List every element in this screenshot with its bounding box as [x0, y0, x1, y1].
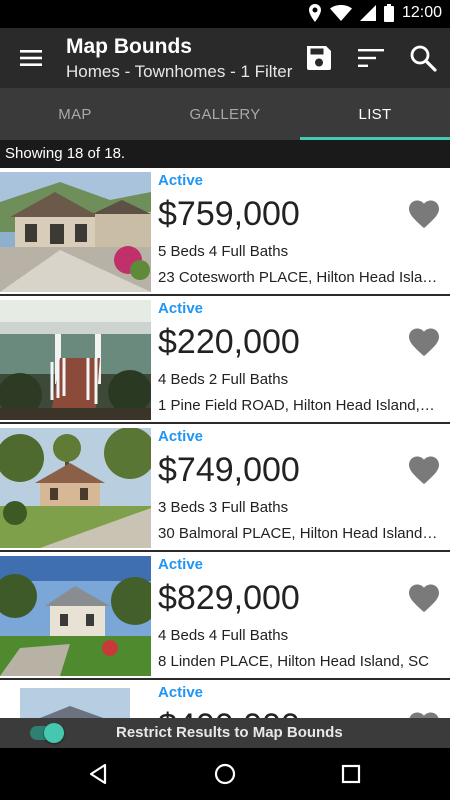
listing-photo [0, 428, 151, 548]
listing-card[interactable]: Active $829,000 4 Beds 4 Full Baths 8 Li… [0, 552, 450, 680]
clock: 12:00 [401, 4, 442, 21]
listing-beds-baths: 5 Beds 4 Full Baths [158, 243, 289, 260]
listing-address: 23 Cotesworth PLACE, Hilton Head Island,… [158, 269, 438, 286]
listing-price: $749,000 [158, 451, 300, 489]
favorite-heart-icon[interactable] [406, 196, 442, 232]
listing-status: Active [158, 556, 204, 573]
search-button[interactable] [406, 42, 440, 74]
home-icon [214, 763, 236, 785]
restrict-bar: Restrict Results to Map Bounds [0, 718, 450, 748]
status-bar: 12:00 [0, 0, 450, 28]
listing-price: $829,000 [158, 579, 300, 617]
listing-card[interactable]: Active $400,000 [0, 680, 450, 718]
view-tabs: MAP GALLERY LIST [0, 88, 450, 140]
listing-price: $759,000 [158, 195, 300, 233]
listing-address: 8 Linden PLACE, Hilton Head Island, SC [158, 653, 429, 670]
tab-map[interactable]: MAP [0, 88, 150, 140]
favorite-heart-icon[interactable] [406, 324, 442, 360]
listing-card[interactable]: Active $220,000 4 Beds 2 Full Baths 1 Pi… [0, 296, 450, 424]
listing-beds-baths: 3 Beds 3 Full Baths [158, 499, 289, 516]
back-icon [89, 763, 107, 785]
favorite-heart-icon[interactable] [406, 452, 442, 488]
listing-status: Active [158, 172, 204, 189]
listing-card[interactable]: Active $759,000 5 Beds 4 Full Baths 23 C… [0, 168, 450, 296]
sort-icon [358, 49, 384, 67]
tab-list[interactable]: LIST [300, 88, 450, 140]
search-icon [410, 45, 437, 72]
signal-icon [359, 5, 376, 21]
favorite-heart-icon[interactable] [406, 708, 442, 718]
listing-beds-baths: 4 Beds 2 Full Baths [158, 371, 289, 388]
menu-button[interactable] [14, 42, 48, 74]
favorite-heart-icon[interactable] [406, 580, 442, 616]
restrict-toggle[interactable] [28, 723, 66, 743]
location-icon [308, 4, 321, 22]
page-subtitle: Homes - Townhomes - 1 Filter [66, 62, 293, 81]
recents-icon [341, 764, 361, 784]
listing-photo [0, 172, 151, 292]
system-nav-bar [0, 748, 450, 800]
tab-list-label: LIST [358, 105, 392, 123]
listing-address: 1 Pine Field ROAD, Hilton Head Island, S… [158, 397, 438, 414]
listing-price: $400,000 [158, 704, 438, 718]
listing-photo [0, 556, 151, 676]
title-block: Map Bounds Homes - Townhomes - 1 Filter [66, 34, 296, 84]
sort-button[interactable] [354, 42, 388, 74]
menu-icon [20, 50, 42, 66]
battery-icon [383, 4, 394, 22]
listing-status: Active [158, 428, 204, 445]
page-title: Map Bounds [66, 35, 192, 58]
toggle-thumb [44, 723, 64, 743]
app-bar: Map Bounds Homes - Townhomes - 1 Filter [0, 28, 450, 88]
wifi-icon [329, 5, 352, 21]
home-button[interactable] [209, 758, 241, 790]
listing-photo [0, 684, 151, 718]
listing-card[interactable]: Active $749,000 3 Beds 3 Full Baths 30 B… [0, 424, 450, 552]
tab-map-label: MAP [58, 105, 92, 123]
back-button[interactable] [82, 758, 114, 790]
listing-price: $220,000 [158, 323, 300, 361]
listing-address: 30 Balmoral PLACE, Hilton Head Island, S… [158, 525, 438, 542]
restrict-label: Restrict Results to Map Bounds [116, 724, 343, 741]
results-count: Showing 18 of 18. [0, 140, 450, 168]
status-icons: 12:00 [308, 4, 442, 22]
listing-photo [0, 300, 151, 420]
listing-list[interactable]: Active $759,000 5 Beds 4 Full Baths 23 C… [0, 168, 450, 718]
recents-button[interactable] [335, 758, 367, 790]
listing-beds-baths: 4 Beds 4 Full Baths [158, 627, 289, 644]
listing-status: Active [158, 300, 204, 317]
tab-gallery-label: GALLERY [189, 105, 261, 123]
tab-gallery[interactable]: GALLERY [150, 88, 300, 140]
save-icon [307, 46, 331, 70]
listing-status: Active [158, 684, 204, 701]
save-button[interactable] [302, 42, 336, 74]
